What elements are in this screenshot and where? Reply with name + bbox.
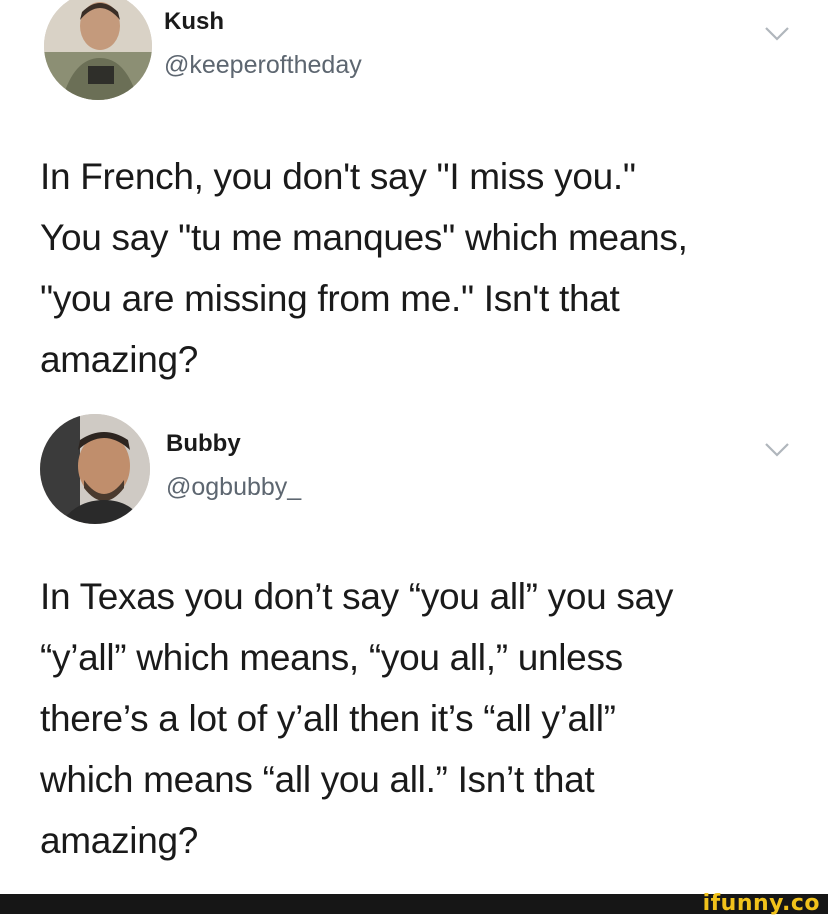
chevron-down-icon[interactable] xyxy=(764,442,790,458)
chevron-down-icon[interactable] xyxy=(764,26,790,42)
watermark-bar: ifunny.co xyxy=(0,891,828,916)
avatar-bubby-image xyxy=(40,414,150,524)
tweet-author-handle[interactable]: @ogbubby_ xyxy=(166,472,301,502)
tweet-text-line: You say "tu me manques" which means, xyxy=(40,217,688,258)
tweet-bubby: Bubby @ogbubby_ In Texas you don’t say “… xyxy=(0,400,828,894)
avatar-kush[interactable] xyxy=(44,0,152,100)
avatar-kush-image xyxy=(44,0,152,100)
tweet-text-line: which means “all you all.” Isn’t that xyxy=(40,759,595,800)
tweet-text-line: amazing? xyxy=(40,339,199,380)
ifunny-watermark: ifunny.co xyxy=(702,891,820,916)
tweet-text-line: “y’all” which means, “you all,” unless xyxy=(40,637,623,678)
tweet-kush: Kush @keeperoftheday In French, you don'… xyxy=(0,0,828,400)
tweet-text-line: In French, you don't say "I miss you." xyxy=(40,156,636,197)
tweet-author-handle[interactable]: @keeperoftheday xyxy=(164,50,362,80)
tweet-text: In French, you don't say "I miss you." Y… xyxy=(40,146,800,390)
tweet-text-line: "you are missing from me." Isn't that xyxy=(40,278,620,319)
tweet-author-name[interactable]: Bubby xyxy=(166,430,241,458)
tweet-text-line: there’s a lot of y’all then it’s “all y’… xyxy=(40,698,616,739)
tweet-text: In Texas you don’t say “you all” you say… xyxy=(40,566,800,871)
tweet-author-name[interactable]: Kush xyxy=(164,8,224,36)
tweet-text-line: In Texas you don’t say “you all” you say xyxy=(40,576,674,617)
tweet-text-line: amazing? xyxy=(40,820,199,861)
avatar-bubby[interactable] xyxy=(40,414,150,524)
